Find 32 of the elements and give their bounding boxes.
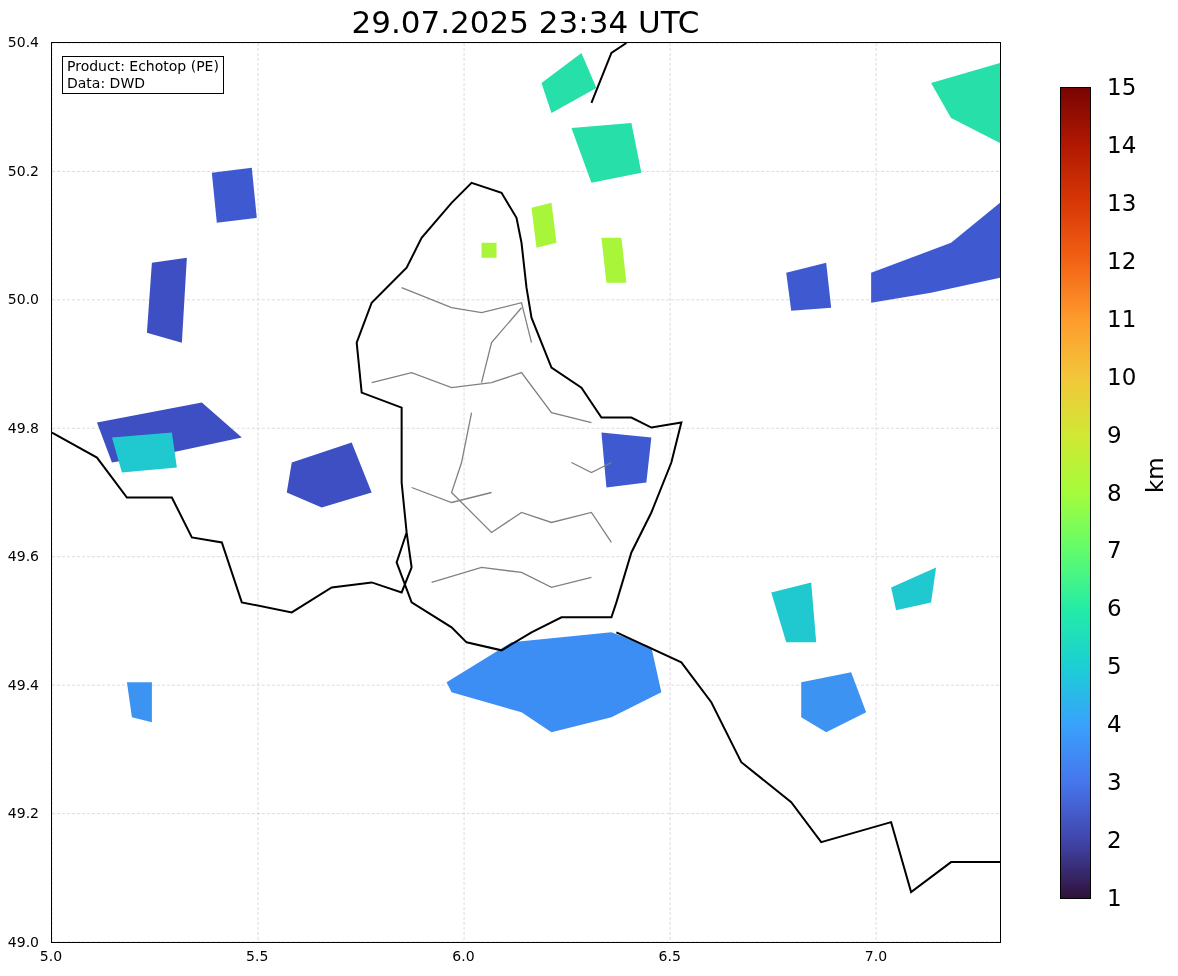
y-axis-label: 50.0 xyxy=(7,291,39,308)
color-scale-label: 11 xyxy=(1107,305,1137,332)
y-axis-label: 49.6 xyxy=(7,548,39,565)
color-scale-label: 1 xyxy=(1107,885,1122,911)
y-axis-label: 50.2 xyxy=(7,162,39,179)
color-scale-label: 14 xyxy=(1107,131,1137,158)
color-scale-label: 2 xyxy=(1107,827,1122,854)
x-axis-label: 5.5 xyxy=(246,948,269,964)
info-text: Data: DWD xyxy=(67,75,146,92)
color-scale-label: 8 xyxy=(1107,479,1122,506)
color-scale-label: 9 xyxy=(1107,421,1122,448)
color-scale-label: 4 xyxy=(1107,711,1122,738)
x-axis-label: 7.0 xyxy=(864,948,888,964)
y-axis-label: 50.4 xyxy=(7,34,39,50)
x-axis-label: 6.5 xyxy=(658,948,681,964)
y-axis-label: 49.2 xyxy=(7,805,39,822)
y-axis-label: 49.0 xyxy=(7,934,39,950)
color-scale-label: 5 xyxy=(1107,653,1122,680)
color-scale-label: 6 xyxy=(1107,595,1122,622)
x-axis-label: 6.0 xyxy=(452,948,475,964)
color-scale-label: 3 xyxy=(1107,769,1122,796)
color-scale-label: 12 xyxy=(1107,247,1137,274)
y-axis-label: 49.8 xyxy=(7,419,39,436)
chart-title: 29.07.2025 23:34 UTC xyxy=(350,3,701,42)
y-axis-label: 49.4 xyxy=(7,676,39,693)
x-axis-label: 5.0 xyxy=(39,948,63,964)
color-scale-label: 13 xyxy=(1107,189,1137,216)
color-scale-label: 7 xyxy=(1107,537,1122,564)
color-scale-label: 15 xyxy=(1107,74,1137,100)
info-text: Product: Echotop (PE) xyxy=(67,58,219,75)
color-scale-label: 10 xyxy=(1107,363,1137,390)
color-scale-unit: km xyxy=(1142,457,1168,493)
